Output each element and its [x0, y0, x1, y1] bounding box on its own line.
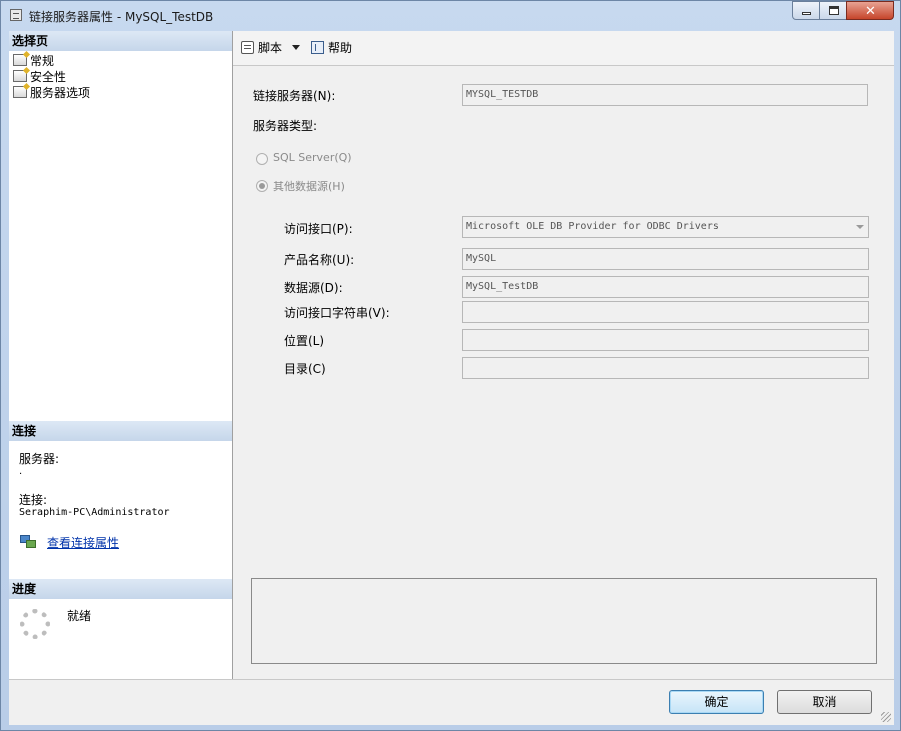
page-item-general[interactable]: 常规 — [13, 53, 54, 69]
data-source-label: 数据源(D): — [284, 281, 343, 295]
progress-spinner-icon — [20, 609, 50, 639]
title-bar[interactable]: 链接服务器属性 - MySQL_TestDB ✕ — [1, 1, 900, 29]
provider-select-value: Microsoft OLE DB Provider for ODBC Drive… — [466, 221, 719, 232]
help-button[interactable]: 帮助 — [311, 39, 352, 57]
other-data-source-radio-label: 其他数据源(H) — [273, 180, 345, 193]
script-button[interactable]: 脚本 — [241, 39, 301, 57]
page-item-label: 服务器选项 — [30, 86, 91, 100]
connection-value: Seraphim-PC\Administrator — [19, 507, 170, 518]
sql-server-radio[interactable] — [256, 153, 268, 165]
location-field[interactable] — [462, 329, 869, 351]
linked-server-label: 链接服务器(N): — [253, 89, 336, 103]
connection-header: 连接 — [9, 421, 232, 441]
data-source-field[interactable]: MySQL_TestDB — [462, 276, 869, 298]
linked-server-field[interactable]: MYSQL_TESTDB — [462, 84, 868, 106]
window-title: 链接服务器属性 - MySQL_TestDB — [29, 10, 214, 24]
product-name-label: 产品名称(U): — [284, 253, 355, 267]
script-label: 脚本 — [258, 41, 283, 55]
provider-string-label: 访问接口字符串(V): — [284, 306, 390, 320]
left-pane: 选择页 常规 安全性 服务器选项 连接 服务器: . 连接: Seraphim-… — [9, 31, 233, 679]
select-page-header: 选择页 — [9, 31, 232, 51]
page-item-security[interactable]: 安全性 — [13, 69, 66, 85]
script-icon — [241, 41, 254, 54]
server-value: . — [19, 466, 23, 477]
provider-label: 访问接口(P): — [284, 222, 353, 236]
help-icon — [311, 41, 324, 54]
server-label: 服务器: — [19, 452, 60, 466]
page-item-label: 安全性 — [30, 70, 67, 84]
dialog-window: 链接服务器属性 - MySQL_TestDB ✕ 选择页 常规 安全性 服务器选… — [0, 0, 901, 731]
view-connection-properties-link[interactable]: 查看连接属性 — [47, 534, 119, 551]
close-icon: ✕ — [865, 4, 876, 19]
server-icon — [10, 9, 22, 21]
sql-server-radio-label: SQL Server(Q) — [273, 151, 352, 164]
maximize-icon — [829, 6, 839, 15]
progress-status: 就绪 — [67, 609, 92, 623]
server-type-label: 服务器类型: — [253, 119, 318, 133]
page-item-label: 常规 — [30, 54, 55, 68]
location-label: 位置(L) — [284, 334, 325, 348]
provider-string-field[interactable] — [462, 301, 869, 323]
page-icon — [13, 54, 27, 66]
toolbar: 脚本 帮助 — [233, 31, 894, 66]
chevron-down-icon — [856, 225, 864, 229]
close-button[interactable]: ✕ — [846, 1, 894, 20]
resize-grip-icon[interactable] — [881, 712, 891, 722]
message-box — [251, 578, 877, 664]
page-icon — [13, 70, 27, 82]
connection-properties-icon — [20, 535, 36, 549]
catalog-field[interactable] — [462, 357, 869, 379]
page-item-server-options[interactable]: 服务器选项 — [13, 85, 90, 101]
maximize-button[interactable] — [819, 1, 847, 20]
other-data-source-radio[interactable] — [256, 180, 268, 192]
catalog-label: 目录(C) — [284, 362, 326, 376]
progress-header: 进度 — [9, 579, 232, 599]
help-label: 帮助 — [328, 41, 353, 55]
button-bar: 确定 取消 — [9, 679, 894, 725]
page-icon — [13, 86, 27, 98]
content-pane: 脚本 帮助 链接服务器(N): MYSQL_TESTDB 服务器类型: SQL … — [233, 31, 894, 679]
cancel-button[interactable]: 取消 — [777, 690, 872, 714]
minimize-button[interactable] — [792, 1, 820, 20]
provider-select[interactable]: Microsoft OLE DB Provider for ODBC Drive… — [462, 216, 869, 238]
ok-button[interactable]: 确定 — [669, 690, 764, 714]
chevron-down-icon[interactable] — [292, 45, 301, 50]
minimize-icon — [802, 12, 811, 15]
product-name-field[interactable]: MySQL — [462, 248, 869, 270]
